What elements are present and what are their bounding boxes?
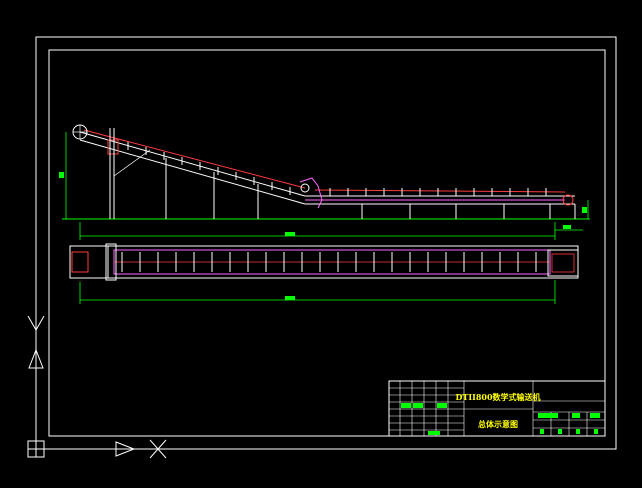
ucs-x-axis-icon xyxy=(36,439,167,459)
drawing-title-line1: DTII800数学式输送机 xyxy=(455,392,540,402)
cad-drawing-canvas[interactable]: DTII800数学式输送机 总体示意图 xyxy=(0,0,642,488)
ucs-origin-icon xyxy=(27,440,45,458)
drawing-title-line2: 总体示意图 xyxy=(478,419,518,429)
plan-view xyxy=(69,243,579,304)
outer-frame xyxy=(35,36,617,450)
inner-frame xyxy=(48,49,606,437)
title-block: DTII800数学式输送机 总体示意图 xyxy=(388,380,606,437)
elevation-view xyxy=(59,124,590,240)
ucs-y-axis-icon xyxy=(27,315,45,442)
